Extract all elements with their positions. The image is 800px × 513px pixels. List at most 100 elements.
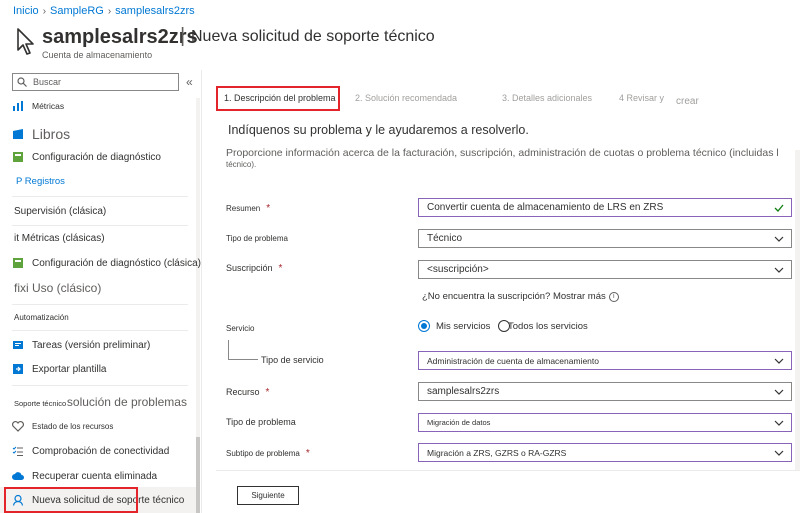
service-type-select[interactable]: Administración de cuenta de almacenamien… (418, 351, 792, 370)
summary-input[interactable]: Convertir cuenta de almacenamiento de LR… (418, 198, 792, 217)
issue-type-select[interactable]: Técnico (418, 229, 792, 248)
problem-type-value: Migración de datos (427, 418, 491, 427)
chevron-down-icon (774, 358, 784, 364)
sidebar-item-registros[interactable]: P Registros (16, 176, 65, 187)
search-icon (17, 77, 27, 87)
form-description-cont: técnico). (226, 160, 257, 169)
resource-type: Cuenta de almacenamiento (42, 50, 153, 60)
sidebar-scrollbar-thumb[interactable] (196, 437, 200, 513)
problem-subtype-select[interactable]: Migración a ZRS, GZRS o RA-GZRS (418, 443, 792, 462)
problem-subtype-value: Migración a ZRS, GZRS o RA-GZRS (427, 447, 567, 458)
export-template-icon (13, 364, 23, 374)
tree-connector (228, 340, 258, 360)
sidebar-item-exportar[interactable]: Exportar plantilla (12, 363, 106, 375)
main-scrollbar[interactable] (795, 150, 800, 470)
tab-step-3[interactable]: 3. Detalles adicionales (502, 93, 592, 103)
chevron-right-icon: › (42, 5, 47, 17)
tab-step-4[interactable]: 4 Revisar y (619, 93, 664, 103)
sidebar-item-config-diag-clasica[interactable]: Configuración de diagnóstico (clásica) (12, 257, 201, 269)
resource-value: samplesalrs2zrs (427, 386, 500, 397)
subscription-value: <suscripción> (427, 264, 489, 275)
required-mark: * (266, 203, 271, 214)
sidebar-section-soporte-a: Soporte técnico (14, 399, 67, 408)
sidebar-item-conectividad[interactable]: Comprobación de conectividad (12, 445, 169, 457)
sidebar-item-label: Métricas (32, 101, 65, 111)
heart-icon (12, 421, 24, 432)
search-input[interactable]: Buscar (12, 73, 179, 91)
required-mark: * (265, 387, 270, 398)
resource-title: samplesalrs2zrs (42, 26, 198, 48)
diagnostic-settings-icon (13, 152, 23, 162)
required-mark: * (305, 448, 310, 459)
sidebar-item-label: Tareas (versión preliminar) (32, 339, 151, 351)
subscription-label: Suscripción * (226, 263, 282, 274)
chevron-down-icon (774, 236, 784, 242)
problem-type-select[interactable]: Migración de datos (418, 413, 792, 432)
summary-value: Convertir cuenta de almacenamiento de LR… (427, 202, 664, 213)
breadcrumb-home[interactable]: Inicio (13, 5, 39, 17)
tab-step-4-continued[interactable]: crear (676, 96, 699, 107)
sidebar-item-label: Comprobación de conectividad (32, 445, 170, 457)
issue-type-value: Técnico (427, 233, 463, 244)
sidebar-item-estado[interactable]: Estado de los recursos (12, 420, 113, 432)
sidebar-section-soporte-b: solución de problemas (66, 395, 187, 409)
sidebar-divider (12, 304, 188, 305)
page-title: Nueva solicitud de soporte técnico (191, 28, 435, 45)
sidebar-item-label: Configuración de diagnóstico (32, 151, 161, 163)
service-type-label: Tipo de servicio (261, 355, 324, 365)
chevron-down-icon (774, 450, 784, 456)
breadcrumb-resource-group[interactable]: SampleRG (50, 5, 104, 17)
sidebar-item-label: Recuperar cuenta eliminada (32, 470, 158, 482)
collapse-sidebar-button[interactable]: « (186, 75, 193, 89)
sidebar-item-label: Estado de los recursos (32, 421, 114, 431)
sidebar-item-libros[interactable]: Libros (12, 126, 70, 142)
sidebar-section-automatizacion: Automatización (14, 313, 69, 322)
sidebar-divider (12, 330, 188, 331)
form-description: Proporcione información acerca de la fac… (226, 147, 779, 159)
radio-all-services-label: Todos los servicios (508, 320, 588, 332)
metrics-icon (13, 101, 23, 111)
problem-subtype-label: Subtipo de problema * (226, 448, 310, 459)
breadcrumb: Inicio › SampleRG › samplesalrs2zrs (13, 5, 195, 17)
radio-all-services[interactable]: Todos los servicios (498, 320, 588, 332)
summary-label: Resumen * (226, 203, 270, 214)
sidebar-item-metricas[interactable]: Métricas (12, 100, 64, 112)
footer-divider (216, 470, 800, 471)
sidebar-item-metricas-clasicas[interactable]: it Métricas (clásicas) (14, 233, 105, 244)
sidebar-item-tareas[interactable]: Tareas (versión preliminar) (12, 339, 150, 351)
sidebar-item-config-diag[interactable]: Configuración de diagnóstico (12, 151, 161, 163)
sidebar-divider (12, 225, 188, 226)
workbooks-icon (13, 129, 23, 139)
checklist-icon (12, 446, 23, 456)
required-mark: * (278, 263, 283, 274)
show-more-link[interactable]: ¿No encuentra la suscripción? Mostrar má… (422, 291, 619, 302)
checkmark-icon (774, 204, 784, 212)
chevron-down-icon (774, 267, 784, 273)
tab-step-2[interactable]: 2. Solución recomendada (355, 93, 457, 103)
sidebar-section-supervision: Supervisión (clásica) (14, 206, 107, 217)
sidebar-item-label: fixi Uso (clásico) (14, 281, 102, 295)
chevron-down-icon (774, 420, 784, 426)
summary-label-text: Resumen (226, 204, 261, 213)
radio-selected-icon (418, 320, 430, 332)
title-separator: | (180, 25, 186, 47)
service-label: Servicio (226, 324, 255, 333)
highlight-box-step (216, 86, 340, 111)
sidebar-item-recuperar[interactable]: Recuperar cuenta eliminada (12, 470, 157, 482)
sidebar-item-label: Libros (32, 126, 71, 142)
breadcrumb-resource[interactable]: samplesalrs2zrs (115, 5, 194, 17)
sidebar-section-soporte: Soporte técnico solución de problemas (14, 395, 187, 409)
subscription-label-text: Suscripción (226, 263, 273, 273)
cursor-support-icon (17, 28, 34, 55)
sidebar-item-uso-clasico[interactable]: fixi Uso (clásico) (14, 281, 101, 295)
form-intro: Indíquenos su problema y le ayudaremos a… (228, 123, 529, 137)
sidebar-item-label: P Registros (16, 176, 65, 187)
chevron-right-icon: › (107, 5, 112, 17)
subscription-select[interactable]: <suscripción> (418, 260, 792, 279)
pane-divider (201, 70, 202, 513)
resource-select[interactable]: samplesalrs2zrs (418, 382, 792, 401)
sidebar-divider (12, 196, 188, 197)
diagnostic-settings-icon (13, 258, 23, 268)
radio-my-services[interactable]: Mis servicios (418, 320, 490, 332)
next-button[interactable]: Siguiente (237, 486, 299, 505)
